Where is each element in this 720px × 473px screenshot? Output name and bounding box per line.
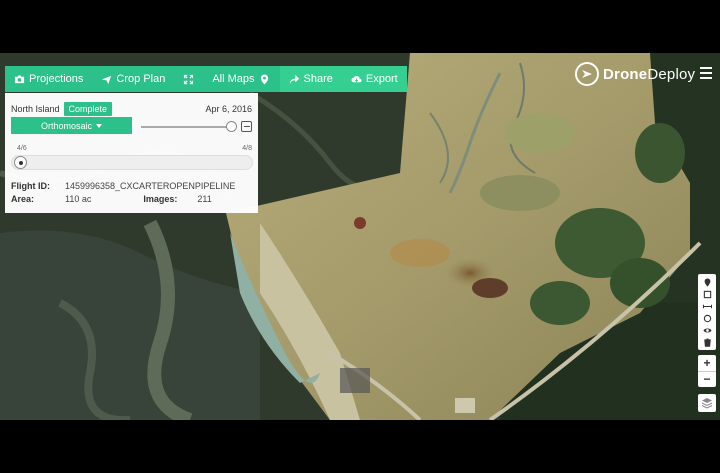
distance-tool[interactable] — [702, 301, 712, 311]
share-label: Share — [303, 73, 333, 85]
zoom-controls: + − — [698, 355, 716, 387]
layer-dropdown-label: Orthomosaic — [40, 120, 93, 131]
map-pin-icon — [260, 73, 268, 85]
crop-plan-label: Crop Plan — [116, 73, 166, 85]
visibility-tool[interactable] — [702, 325, 712, 335]
opacity-slider-track[interactable] — [141, 126, 233, 128]
toolbar: Projections Crop Plan All Maps Share Exp… — [5, 66, 407, 92]
area-label: Area: — [11, 194, 35, 204]
opacity-slider-handle[interactable] — [226, 121, 237, 132]
dronedeploy-logo[interactable]: DroneDeploy — [575, 62, 695, 86]
timeline-end-label: 4/8 — [242, 145, 252, 152]
timeline-start-label: 4/6 — [17, 145, 27, 152]
circle-icon — [703, 314, 711, 322]
projections-button[interactable]: Projections — [5, 66, 92, 92]
area-tool[interactable] — [702, 289, 712, 299]
all-maps-label: All Maps — [212, 73, 255, 85]
export-button[interactable]: Export — [341, 66, 407, 92]
flight-date: Apr 6, 2016 — [205, 104, 252, 114]
flight-id-label: Flight ID: — [11, 181, 50, 191]
panel-header: North Island Complete Apr 6, 2016 — [11, 101, 252, 117]
share-icon — [289, 74, 299, 84]
site-name: North Island — [11, 104, 60, 114]
area-row: Area: 110 ac Images: 211 — [11, 194, 212, 204]
images-label: Images: — [143, 194, 178, 204]
ruler-icon — [702, 304, 712, 308]
annotation-tools — [698, 274, 716, 350]
flight-id-value: 1459996358_CXCARTEROPENPIPELINE — [65, 181, 236, 191]
area-value: 110 ac — [65, 194, 92, 204]
square-icon — [703, 290, 711, 298]
location-pin-icon — [704, 277, 710, 287]
crop-plan-button[interactable]: Crop Plan — [92, 66, 174, 92]
letterbox-bottom — [0, 420, 720, 473]
status-badge: Complete — [63, 102, 113, 116]
circle-tool[interactable] — [702, 313, 712, 323]
zoom-out-button[interactable]: − — [698, 372, 716, 388]
minus-icon — [243, 126, 250, 127]
layers-icon — [701, 398, 713, 409]
all-maps-button[interactable]: All Maps — [203, 66, 279, 92]
layer-dropdown[interactable]: Orthomosaic — [11, 117, 132, 134]
logo-text: DroneDeploy — [603, 65, 696, 83]
basemap-layers-button[interactable] — [698, 394, 716, 412]
cloud-download-icon — [351, 75, 362, 82]
share-button[interactable]: Share — [279, 66, 342, 92]
export-label: Export — [365, 73, 398, 85]
eye-icon — [702, 327, 712, 333]
collapse-panel-button[interactable] — [241, 121, 252, 132]
marker-tool[interactable] — [702, 277, 712, 287]
camera-icon — [14, 74, 25, 83]
logo-icon — [575, 62, 599, 86]
letterbox-top — [0, 0, 720, 53]
projections-label: Projections — [29, 73, 84, 85]
trash-icon — [703, 337, 711, 347]
map-info-panel: North Island Complete Apr 6, 2016 Orthom… — [5, 93, 258, 213]
flight-id-row: Flight ID: 1459996358_CXCARTEROPENPIPELI… — [11, 181, 235, 191]
images-value: 211 — [197, 194, 212, 204]
zoom-in-button[interactable]: + — [698, 355, 716, 372]
timeline-slider[interactable] — [11, 155, 253, 170]
caret-down-icon — [96, 123, 103, 128]
plane-icon — [102, 75, 112, 84]
hamburger-menu-icon[interactable] — [700, 67, 712, 79]
expand-icon — [184, 74, 194, 84]
fullscreen-button[interactable] — [174, 66, 203, 92]
delete-tool[interactable] — [702, 337, 712, 347]
timeline-handle[interactable] — [14, 156, 27, 169]
